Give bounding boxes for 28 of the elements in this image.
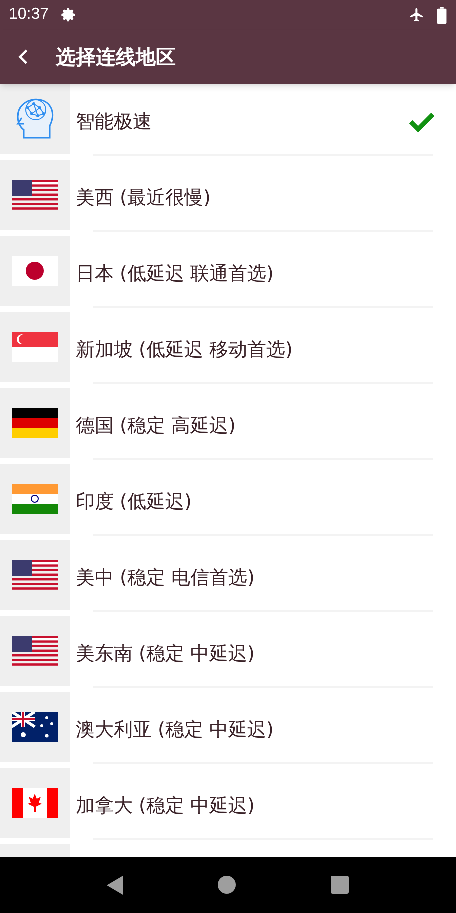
flag-icon (12, 256, 58, 286)
region-label: 美中 (稳定 电信首选) (76, 566, 255, 591)
flag-icon (12, 788, 58, 818)
region-label: 加拿大 (稳定 中延迟) (76, 794, 255, 819)
app-bar-title: 选择连线地区 (56, 44, 176, 71)
flag-icon (12, 712, 58, 742)
flag-icon (12, 408, 58, 438)
flag-icon (12, 180, 58, 210)
back-triangle-icon[interactable] (107, 876, 124, 894)
flag-icon (12, 484, 58, 514)
home-circle-icon[interactable] (218, 876, 236, 894)
region-label: 澳大利亚 (稳定 中延迟) (76, 718, 274, 743)
region-label: 美东南 (稳定 中延迟) (76, 642, 255, 667)
battery-icon (437, 6, 447, 24)
checkmark-icon (408, 111, 436, 133)
airplane-icon (409, 7, 425, 23)
region-label: 新加坡 (低延迟 移动首选) (76, 338, 293, 363)
flag-icon (12, 560, 58, 590)
flag-icon (12, 332, 58, 362)
region-label: 日本 (低延迟 联通首选) (76, 262, 274, 287)
status-time: 10:37 (9, 5, 50, 25)
flag-icon (12, 636, 58, 666)
gear-icon (61, 7, 78, 23)
region-label: 德国 (稳定 高延迟) (76, 414, 236, 439)
region-label: 美西 (最近很慢) (76, 186, 211, 211)
recents-square-icon[interactable] (330, 876, 349, 894)
region-label: 印度 (低延迟) (76, 490, 192, 515)
region-label: 智能极速 (76, 110, 152, 135)
